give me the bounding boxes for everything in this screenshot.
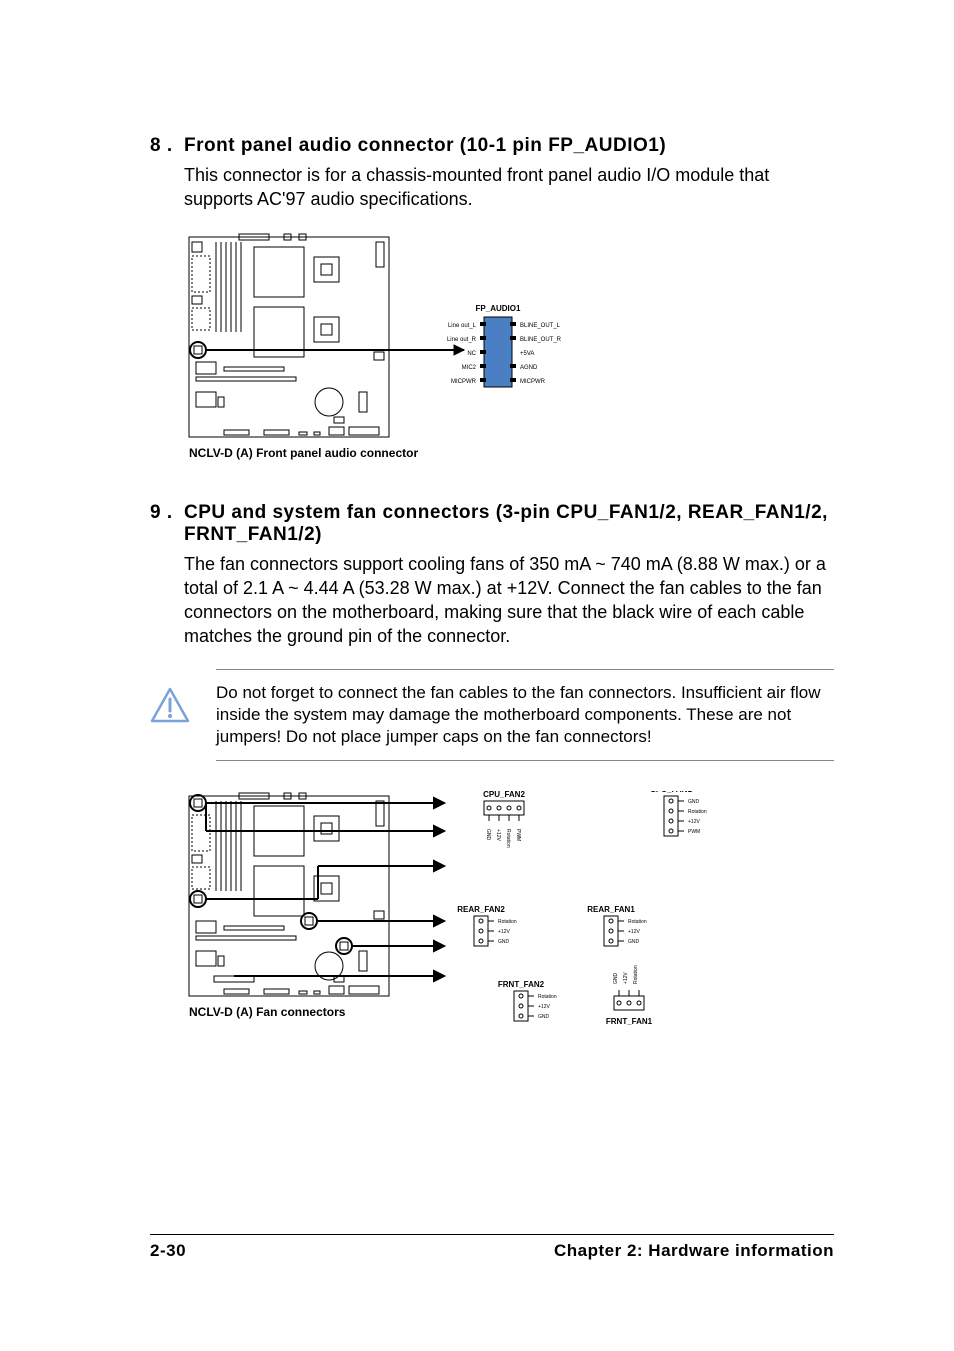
section-9-heading: 9 . CPU and system fan connectors (3-pin… bbox=[150, 502, 834, 546]
section-8-body: This connector is for a chassis-mounted … bbox=[184, 163, 834, 212]
page-footer: 2-30 Chapter 2: Hardware information bbox=[150, 1234, 834, 1261]
pin-label: Rotation bbox=[498, 919, 517, 925]
section-9-title: CPU and system fan connectors (3-pin CPU… bbox=[184, 502, 834, 546]
page-number: 2-30 bbox=[150, 1241, 186, 1261]
connector-name: FRNT_FAN1 bbox=[606, 1017, 653, 1026]
pin-label: NC bbox=[467, 351, 476, 357]
pin-label: BLINE_OUT_R bbox=[520, 337, 562, 343]
caution-text: Do not forget to connect the fan cables … bbox=[216, 669, 834, 761]
pin-label: +12V bbox=[628, 929, 640, 935]
pin-label: GND bbox=[688, 799, 700, 805]
pin-label: +12V bbox=[495, 829, 501, 841]
section-9-number: 9 . bbox=[150, 502, 184, 546]
pin-label: +12V bbox=[688, 819, 700, 825]
connector-name: REAR_FAN2 bbox=[457, 905, 505, 914]
pin-label: PWM bbox=[515, 829, 521, 841]
pin-label: +12V bbox=[498, 929, 510, 935]
pin-label: Rotation bbox=[628, 919, 647, 925]
pin-label: +5VA bbox=[520, 351, 534, 357]
connector-name: FP_AUDIO1 bbox=[476, 304, 521, 313]
section-8-title: Front panel audio connector (10-1 pin FP… bbox=[184, 135, 666, 157]
section-8-number: 8 . bbox=[150, 135, 184, 157]
pin-label: MICPWR bbox=[520, 379, 546, 385]
caution-note: Do not forget to connect the fan cables … bbox=[150, 669, 834, 761]
connector-name: FRNT_FAN2 bbox=[498, 980, 545, 989]
pin-label: GND bbox=[538, 1014, 550, 1020]
pin-label: GND bbox=[498, 939, 510, 945]
pin-label: Rotation bbox=[688, 809, 707, 815]
pin-label: BLINE_OUT_L bbox=[520, 323, 561, 329]
diagram-label: NCLV-D (A) Front panel audio connector bbox=[189, 446, 418, 460]
pin-label: AGND bbox=[520, 365, 538, 371]
section-8-diagram: BLINE_OUT_L BLINE_OUT_R +5VA AGND MICPWR… bbox=[184, 232, 834, 462]
caution-icon bbox=[150, 687, 190, 728]
pin-label: Rotation bbox=[505, 829, 511, 848]
pin-label: Line out_L bbox=[448, 323, 477, 329]
connector-name: CPU_FAN2 bbox=[483, 791, 525, 799]
pin-label: GND bbox=[485, 829, 491, 841]
section-9-diagram: CPU_FAN2 GND +12V Rotation PWM CPU_FAN1 … bbox=[184, 791, 834, 1056]
pin-label: +12V bbox=[538, 1004, 550, 1010]
connector-name: REAR_FAN1 bbox=[587, 905, 635, 914]
pin-label: MICPWR bbox=[451, 379, 477, 385]
section-8-heading: 8 . Front panel audio connector (10-1 pi… bbox=[150, 135, 834, 157]
pin-label: GND bbox=[613, 973, 619, 985]
diagram-label: NCLV-D (A) Fan connectors bbox=[189, 1005, 346, 1019]
pin-label: MIC2 bbox=[462, 365, 477, 371]
pin-label: +12V bbox=[623, 972, 629, 984]
pin-label: GND bbox=[628, 939, 640, 945]
pin-label: PWM bbox=[688, 829, 700, 835]
pin-label: Rotation bbox=[633, 965, 639, 984]
chapter-title: Chapter 2: Hardware information bbox=[554, 1241, 834, 1261]
connector-name: CPU_FAN1 bbox=[650, 791, 692, 794]
section-9-body: The fan connectors support cooling fans … bbox=[184, 552, 834, 649]
pin-label: Rotation bbox=[538, 994, 557, 1000]
pin-label: Line out_R bbox=[447, 337, 477, 343]
